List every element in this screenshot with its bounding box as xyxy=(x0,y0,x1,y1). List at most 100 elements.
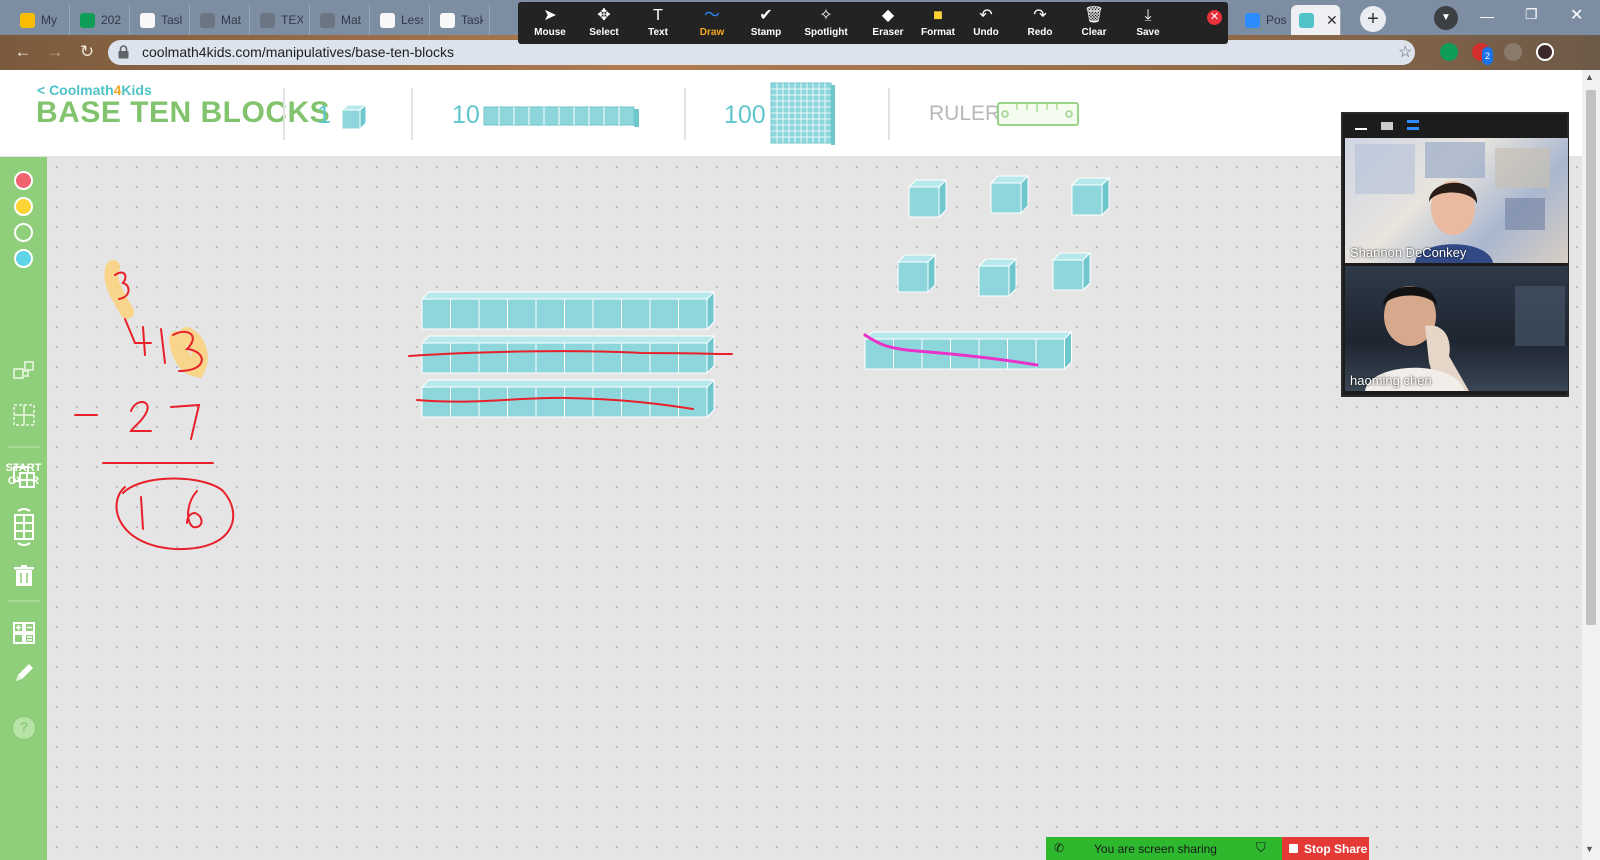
tab-favicon-icon xyxy=(320,12,335,28)
participant-video-tile[interactable]: haoming chen xyxy=(1345,266,1568,391)
tab-label: Task xyxy=(461,13,483,27)
annotation-tool-eraser[interactable]: ◆ Eraser xyxy=(860,6,916,42)
browser-tab[interactable]: Mat xyxy=(192,5,250,35)
minimize-video-icon[interactable] xyxy=(1355,128,1367,130)
unit-block-spawner[interactable] xyxy=(340,103,368,131)
screen-share-status-bar[interactable]: ✆ You are screen sharing ⛉ xyxy=(1046,837,1282,860)
tab-close-icon[interactable]: ✕ xyxy=(1326,12,1338,29)
unit-cube-block[interactable] xyxy=(1070,176,1111,217)
tab-search-icon[interactable]: ▼ xyxy=(1434,6,1458,30)
calculator-icon[interactable] xyxy=(12,621,36,645)
check-stamp-icon: ✔ xyxy=(759,7,773,24)
tool-sidebar: START OVER ? xyxy=(0,157,47,860)
share-status-text: You are screen sharing xyxy=(1094,842,1217,856)
meeting-video-panel[interactable]: Shannon DeConkey haoming chen xyxy=(1341,112,1569,397)
profile-avatar[interactable] xyxy=(1536,43,1554,61)
back-button[interactable]: ← xyxy=(12,41,34,63)
color-swatch[interactable] xyxy=(14,171,33,190)
speaker-view-icon[interactable] xyxy=(1381,122,1393,130)
browser-tab[interactable]: Less xyxy=(372,5,430,35)
annotation-tool-text[interactable]: T Text xyxy=(630,6,686,42)
new-tab-button[interactable]: + xyxy=(1360,6,1386,32)
unit-cube-block[interactable] xyxy=(989,174,1030,215)
unit-cube-block[interactable] xyxy=(896,253,937,294)
tab-favicon-icon xyxy=(20,12,35,28)
reload-button[interactable]: ↻ xyxy=(76,41,98,63)
color-swatch[interactable] xyxy=(14,197,33,216)
hundred-flat-spawner[interactable] xyxy=(770,82,836,146)
minimize-window-button[interactable]: — xyxy=(1480,8,1494,24)
browser-tab[interactable]: Task xyxy=(432,5,490,35)
extension-green-icon[interactable] xyxy=(1440,43,1458,61)
sidebar-divider xyxy=(8,600,40,602)
ten-rod-block[interactable] xyxy=(863,330,1073,371)
undo-icon: ↶ xyxy=(979,7,993,24)
unit-cube-block[interactable] xyxy=(1051,251,1092,292)
cursor-icon: ➤ xyxy=(543,7,557,24)
extensions-puzzle-icon[interactable] xyxy=(1504,43,1522,61)
partial-rod-group[interactable] xyxy=(863,330,1073,371)
rotate-icon[interactable] xyxy=(12,507,36,547)
close-window-button[interactable]: ✕ xyxy=(1570,5,1583,25)
header-divider xyxy=(283,88,285,140)
unit-cube-group[interactable] xyxy=(896,174,1111,298)
annotation-tool-save[interactable]: ⤓ Save xyxy=(1120,6,1176,42)
gallery-view-icon[interactable] xyxy=(1407,120,1419,130)
scroll-up-arrow-icon[interactable]: ▲ xyxy=(1585,72,1594,82)
tab-favicon-icon xyxy=(80,12,95,28)
annotation-tool-select[interactable]: ✥ Select xyxy=(576,6,632,42)
unit-cube-block[interactable] xyxy=(977,257,1018,298)
browser-tab[interactable]: Tasl xyxy=(132,5,190,35)
ungroup-blocks-icon[interactable] xyxy=(12,403,36,427)
annotation-tool-undo[interactable]: ↶ Undo xyxy=(958,6,1014,42)
extension-red-icon[interactable]: 2 xyxy=(1472,43,1493,65)
tab-favicon-icon xyxy=(380,12,395,28)
page-scrollbar[interactable]: ▲ ▼ xyxy=(1582,70,1600,860)
tab-active[interactable]: ✕ xyxy=(1291,5,1341,35)
unit-block-count: 1 xyxy=(317,101,331,129)
annotation-tool-spotlight[interactable]: ✧ Spotlight xyxy=(798,6,854,42)
tab-label: Pos xyxy=(1266,13,1287,27)
annotation-tool-draw[interactable]: 〜 Draw xyxy=(684,6,740,42)
annotation-tool-label: Select xyxy=(589,27,619,38)
browser-tab[interactable]: My xyxy=(12,5,70,35)
annotation-close-button[interactable]: ✕ xyxy=(1207,10,1222,25)
scrollbar-thumb[interactable] xyxy=(1586,90,1596,625)
header-divider xyxy=(888,88,890,140)
scroll-down-arrow-icon[interactable]: ▼ xyxy=(1585,844,1594,854)
browser-tab[interactable]: Mat xyxy=(312,5,370,35)
participant-video-tile[interactable]: Shannon DeConkey xyxy=(1345,138,1568,263)
annotation-tool-label: Mouse xyxy=(534,27,566,38)
trash-icon[interactable] xyxy=(12,564,36,588)
ten-rod-block[interactable] xyxy=(420,334,716,375)
annotation-tool-label: Stamp xyxy=(750,27,782,38)
duplicate-icon[interactable] xyxy=(12,465,36,489)
group-blocks-icon[interactable] xyxy=(12,359,36,383)
ten-rod-spawner[interactable] xyxy=(483,106,641,128)
extension-badge: 2 xyxy=(1481,47,1493,65)
browser-tab[interactable]: TEX xyxy=(252,5,310,35)
annotation-tool-clear[interactable]: 🗑 Clear xyxy=(1066,6,1122,42)
zoom-favicon-icon xyxy=(1245,12,1260,28)
handwritten-digit-1-answer xyxy=(140,496,144,530)
handwritten-digit-2 xyxy=(129,401,152,432)
annotation-tool-mouse[interactable]: ➤ Mouse xyxy=(522,6,578,42)
restore-window-button[interactable]: ❐ xyxy=(1525,6,1538,23)
trash-icon: 🗑 xyxy=(1083,7,1105,24)
unit-cube-block[interactable] xyxy=(907,178,948,219)
eraser-icon: ◆ xyxy=(881,7,895,24)
bookmark-star-icon[interactable]: ☆ xyxy=(1398,42,1412,62)
stop-share-button[interactable]: Stop Share xyxy=(1282,837,1369,860)
participant-name: haoming chen xyxy=(1350,373,1432,388)
ruler-spawner[interactable] xyxy=(997,102,1079,126)
help-icon[interactable]: ? xyxy=(13,717,35,739)
annotation-tool-stamp[interactable]: ✔ Stamp xyxy=(738,6,794,42)
color-swatch[interactable] xyxy=(14,223,33,242)
forward-button[interactable]: → xyxy=(44,41,66,63)
browser-tab[interactable]: 202 xyxy=(72,5,130,35)
color-swatch[interactable] xyxy=(14,249,33,268)
annotation-tool-redo[interactable]: ↷ Redo xyxy=(1012,6,1068,42)
pencil-icon[interactable] xyxy=(12,661,36,685)
draw-icon: 〜 xyxy=(703,7,720,24)
ten-rod-block[interactable] xyxy=(420,290,716,331)
